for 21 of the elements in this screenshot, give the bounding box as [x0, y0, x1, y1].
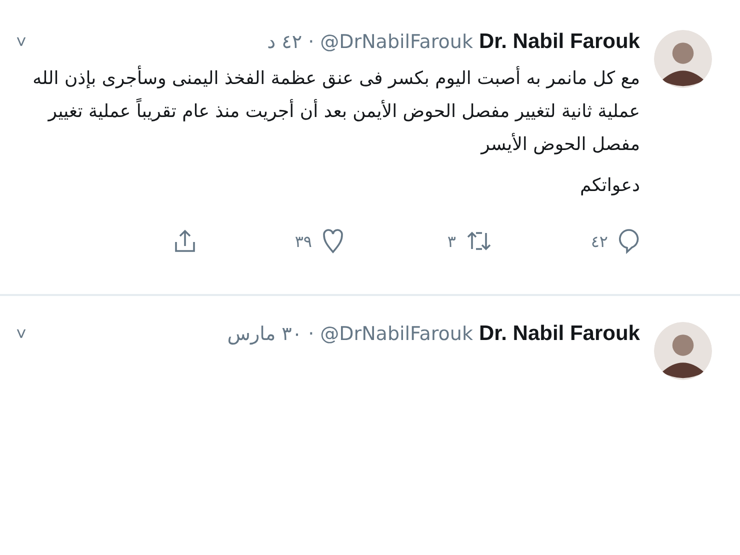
tweet-text: دعواتكم — [579, 174, 640, 198]
author-handle[interactable]: @DrNabilFarouk — [320, 323, 473, 345]
action-count: ٣ — [447, 232, 456, 250]
separator-dot: · — [308, 31, 314, 53]
author-name[interactable]: Dr. Nabil Farouk — [478, 30, 640, 54]
tweet-time[interactable]: ٣٠ مارس — [227, 323, 302, 345]
action-count: ٤٢ — [590, 232, 608, 250]
share-icon[interactable] — [174, 228, 196, 254]
more-caret-button[interactable]: ˅ — [16, 324, 27, 344]
author-name[interactable]: Dr. Nabil Farouk — [478, 322, 640, 346]
author-handle[interactable]: @DrNabilFarouk — [320, 31, 473, 53]
separator-dot: · — [308, 323, 314, 345]
tweet-text: مع كل مانمر به أصبت اليوم بكسر فى عنق عظمة الفخذ اليمنى وسأجرى بإذن الله عملية ثانية لتغيير مفصل الحوض الأيمن بعد أن أجريت منذ عام تقريباً عملية تغيير مفصل الحوض الأيسر — [30, 62, 640, 161]
action-count: ٣٩ — [294, 232, 312, 250]
retweet-icon[interactable] — [466, 229, 492, 253]
heart-icon[interactable] — [322, 228, 344, 254]
avatar-silhouette[interactable] — [654, 30, 712, 88]
avatar-silhouette[interactable] — [654, 322, 712, 380]
tweet-time[interactable]: ٤٢ د — [267, 31, 302, 53]
speech-bubble-icon[interactable] — [618, 228, 640, 254]
more-caret-button[interactable]: ˅ — [16, 32, 27, 52]
